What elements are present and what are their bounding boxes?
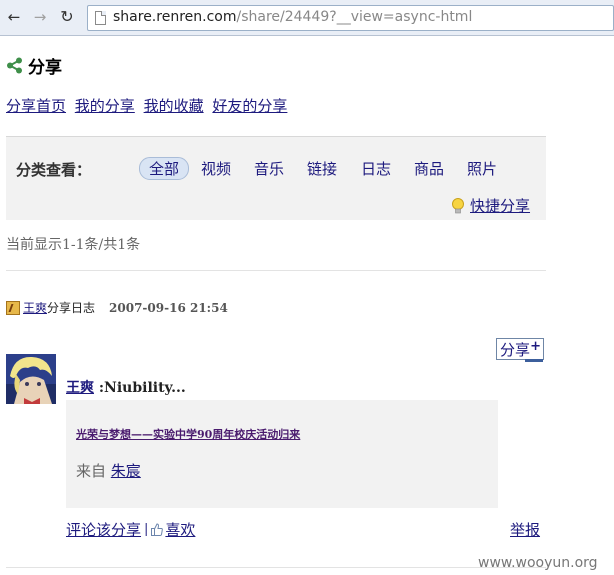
result-count: 当前显示1-1条/共1条 [6,237,141,253]
report-link[interactable]: 举报 [510,519,540,540]
category-video[interactable]: 视频 [201,158,231,179]
quick-share: 快捷分享 [451,195,530,216]
browser-toolbar: ← → ↻ share.renren.com/share/24449?__vie… [0,0,614,36]
category-music[interactable]: 音乐 [254,158,284,179]
page-icon [95,11,106,25]
shared-blog-title[interactable]: 光荣与梦想——实验中学90周年校庆活动归来 [76,426,300,442]
category-filter-panel: 分类查看： 全部 视频 音乐 链接 日志 商品 照片 快捷分享 [6,136,546,220]
separator: | [144,522,149,537]
share-icon [7,57,22,73]
url-path: /share/24449?__view=async-html [236,9,473,25]
source-label: 来自 [76,462,107,480]
plus-icon: + [530,339,541,354]
category-product[interactable]: 商品 [414,158,444,179]
shared-blog-card: 光荣与梦想——实验中学90周年校庆活动归来 来自 朱宸 [66,400,498,508]
share-timestamp: 2007-09-16 21:54 [109,300,228,315]
reshare-button[interactable]: 分享 + [496,338,544,362]
share-tabs: 分享首页 我的分享 我的收藏 好友的分享 [6,95,291,116]
category-photo[interactable]: 照片 [467,158,497,179]
author-link[interactable]: 王爽 [66,380,94,396]
back-icon[interactable]: ← [5,8,23,26]
page-title: 分享 [28,57,62,78]
page-header: 分享 [6,54,62,78]
reshare-label: 分享 [500,341,531,359]
forward-icon[interactable]: → [31,8,49,26]
address-bar[interactable]: share.renren.com/share/24449?__view=asyn… [87,5,614,31]
tab-share-home[interactable]: 分享首页 [6,97,66,115]
tab-my-favorites[interactable]: 我的收藏 [144,97,204,115]
meta-user-link[interactable]: 王爽 [23,299,47,316]
avatar[interactable] [6,354,56,404]
reload-icon[interactable]: ↻ [58,8,76,26]
meta-action: 分享日志 [47,301,96,315]
source-line: 来自 朱宸 [76,460,141,481]
category-blog[interactable]: 日志 [361,158,391,179]
item-actions: 评论该分享 | 喜欢 [66,519,195,540]
divider-bottom [6,567,546,568]
bulb-icon [452,197,464,213]
quick-share-link[interactable]: 快捷分享 [470,195,530,216]
category-all[interactable]: 全部 [139,157,190,180]
url-host: share.renren.com [113,9,237,25]
thumb-icon [151,523,164,536]
category-link[interactable]: 链接 [307,158,337,179]
watermark: www.wooyun.org [478,555,598,571]
share-headline: 王爽 :Niubility... [66,377,186,397]
url-text[interactable]: share.renren.com/share/24449?__view=asyn… [113,9,472,25]
blog-icon [6,300,20,315]
share-meta: 王爽 分享日志 2007-09-16 21:54 [6,299,228,316]
comment-link[interactable]: 评论该分享 [66,519,141,540]
tab-friends-shares[interactable]: 好友的分享 [212,97,287,115]
like-link[interactable]: 喜欢 [165,519,195,540]
share-comment-text: :Niubility... [98,380,186,396]
divider [6,270,546,271]
tab-my-shares[interactable]: 我的分享 [75,97,135,115]
source-user-link[interactable]: 朱宸 [111,462,141,480]
filter-label: 分类查看： [16,161,92,179]
